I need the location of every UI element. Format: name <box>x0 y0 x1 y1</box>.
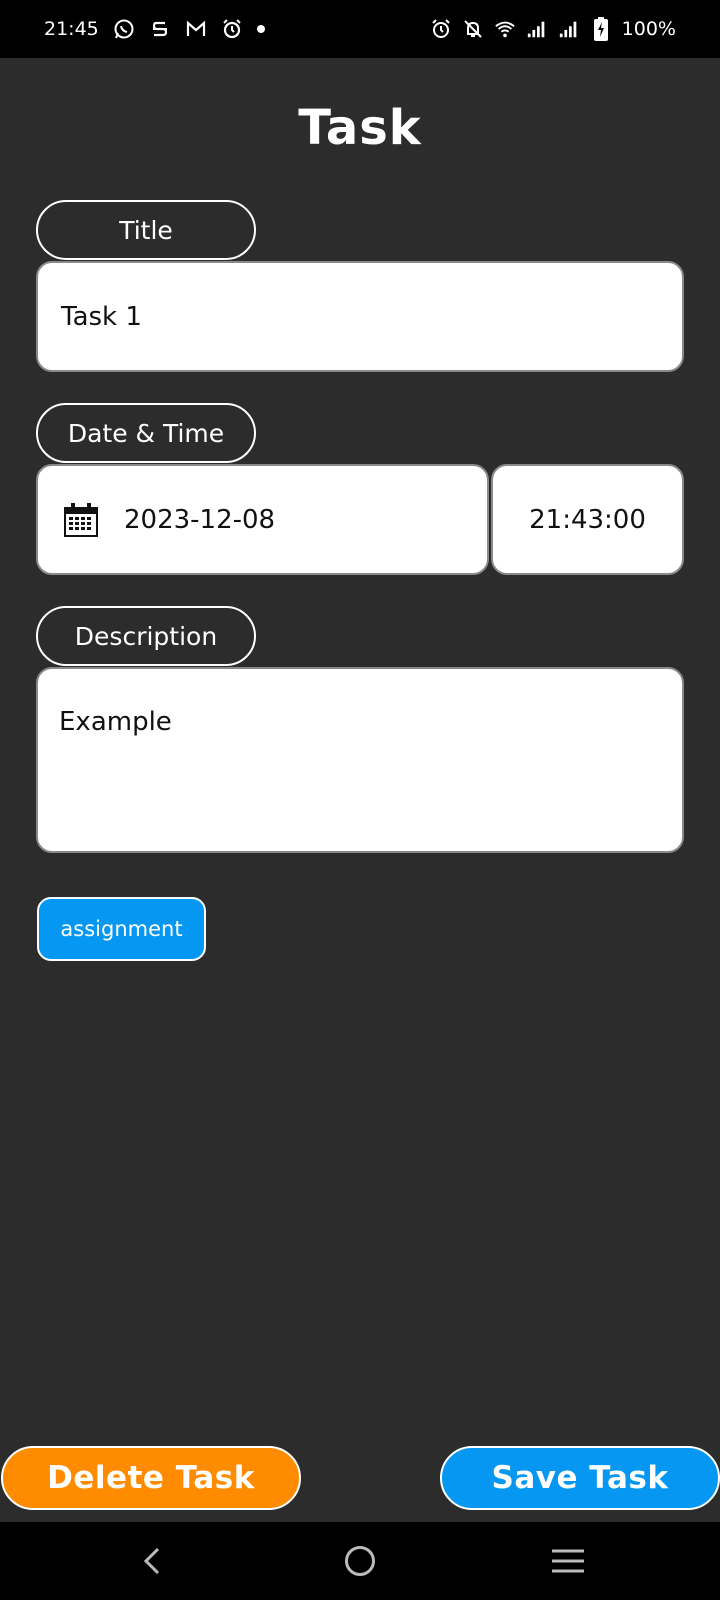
signal-icon <box>558 18 580 40</box>
category-chip[interactable]: assignment <box>37 897 206 961</box>
alarm-icon <box>221 18 243 40</box>
title-input[interactable]: Task 1 <box>36 261 684 372</box>
time-picker[interactable]: 21:43:00 <box>491 464 684 575</box>
date-picker[interactable]: 2023-12-08 <box>36 464 489 575</box>
recents-icon <box>551 1547 585 1575</box>
navigation-bar <box>0 1522 720 1600</box>
back-button[interactable] <box>112 1522 192 1600</box>
time-value: 21:43:00 <box>529 504 646 535</box>
datetime-label: Date & Time <box>36 403 256 463</box>
date-value: 2023-12-08 <box>124 504 276 535</box>
page-title: Task <box>298 100 422 156</box>
title-label: Title <box>36 200 256 260</box>
whatsapp-icon <box>113 18 135 40</box>
description-input[interactable]: Example <box>36 667 684 853</box>
status-left: 21:45 <box>44 0 265 58</box>
description-label: Description <box>36 606 256 666</box>
status-bar: 21:45 100% <box>0 0 720 58</box>
battery-level: 100% <box>621 18 676 40</box>
wifi-icon <box>494 18 516 40</box>
home-icon <box>343 1544 377 1578</box>
status-right: 100% <box>430 0 676 58</box>
gmail-icon <box>185 18 207 40</box>
notifications-off-icon <box>462 18 484 40</box>
description-input-value: Example <box>59 707 172 737</box>
notification-dot <box>256 25 265 33</box>
calendar-icon <box>62 501 100 539</box>
alarm-icon <box>430 18 452 40</box>
recents-button[interactable] <box>528 1522 608 1600</box>
home-button[interactable] <box>320 1522 400 1600</box>
s-app-icon <box>149 18 171 40</box>
save-task-button[interactable]: Save Task <box>440 1446 720 1510</box>
status-time: 21:45 <box>44 18 99 40</box>
battery-charging-icon <box>590 17 612 41</box>
back-icon <box>140 1546 164 1576</box>
signal-icon <box>526 18 548 40</box>
title-input-value: Task 1 <box>61 301 142 332</box>
delete-task-button[interactable]: Delete Task <box>1 1446 301 1510</box>
